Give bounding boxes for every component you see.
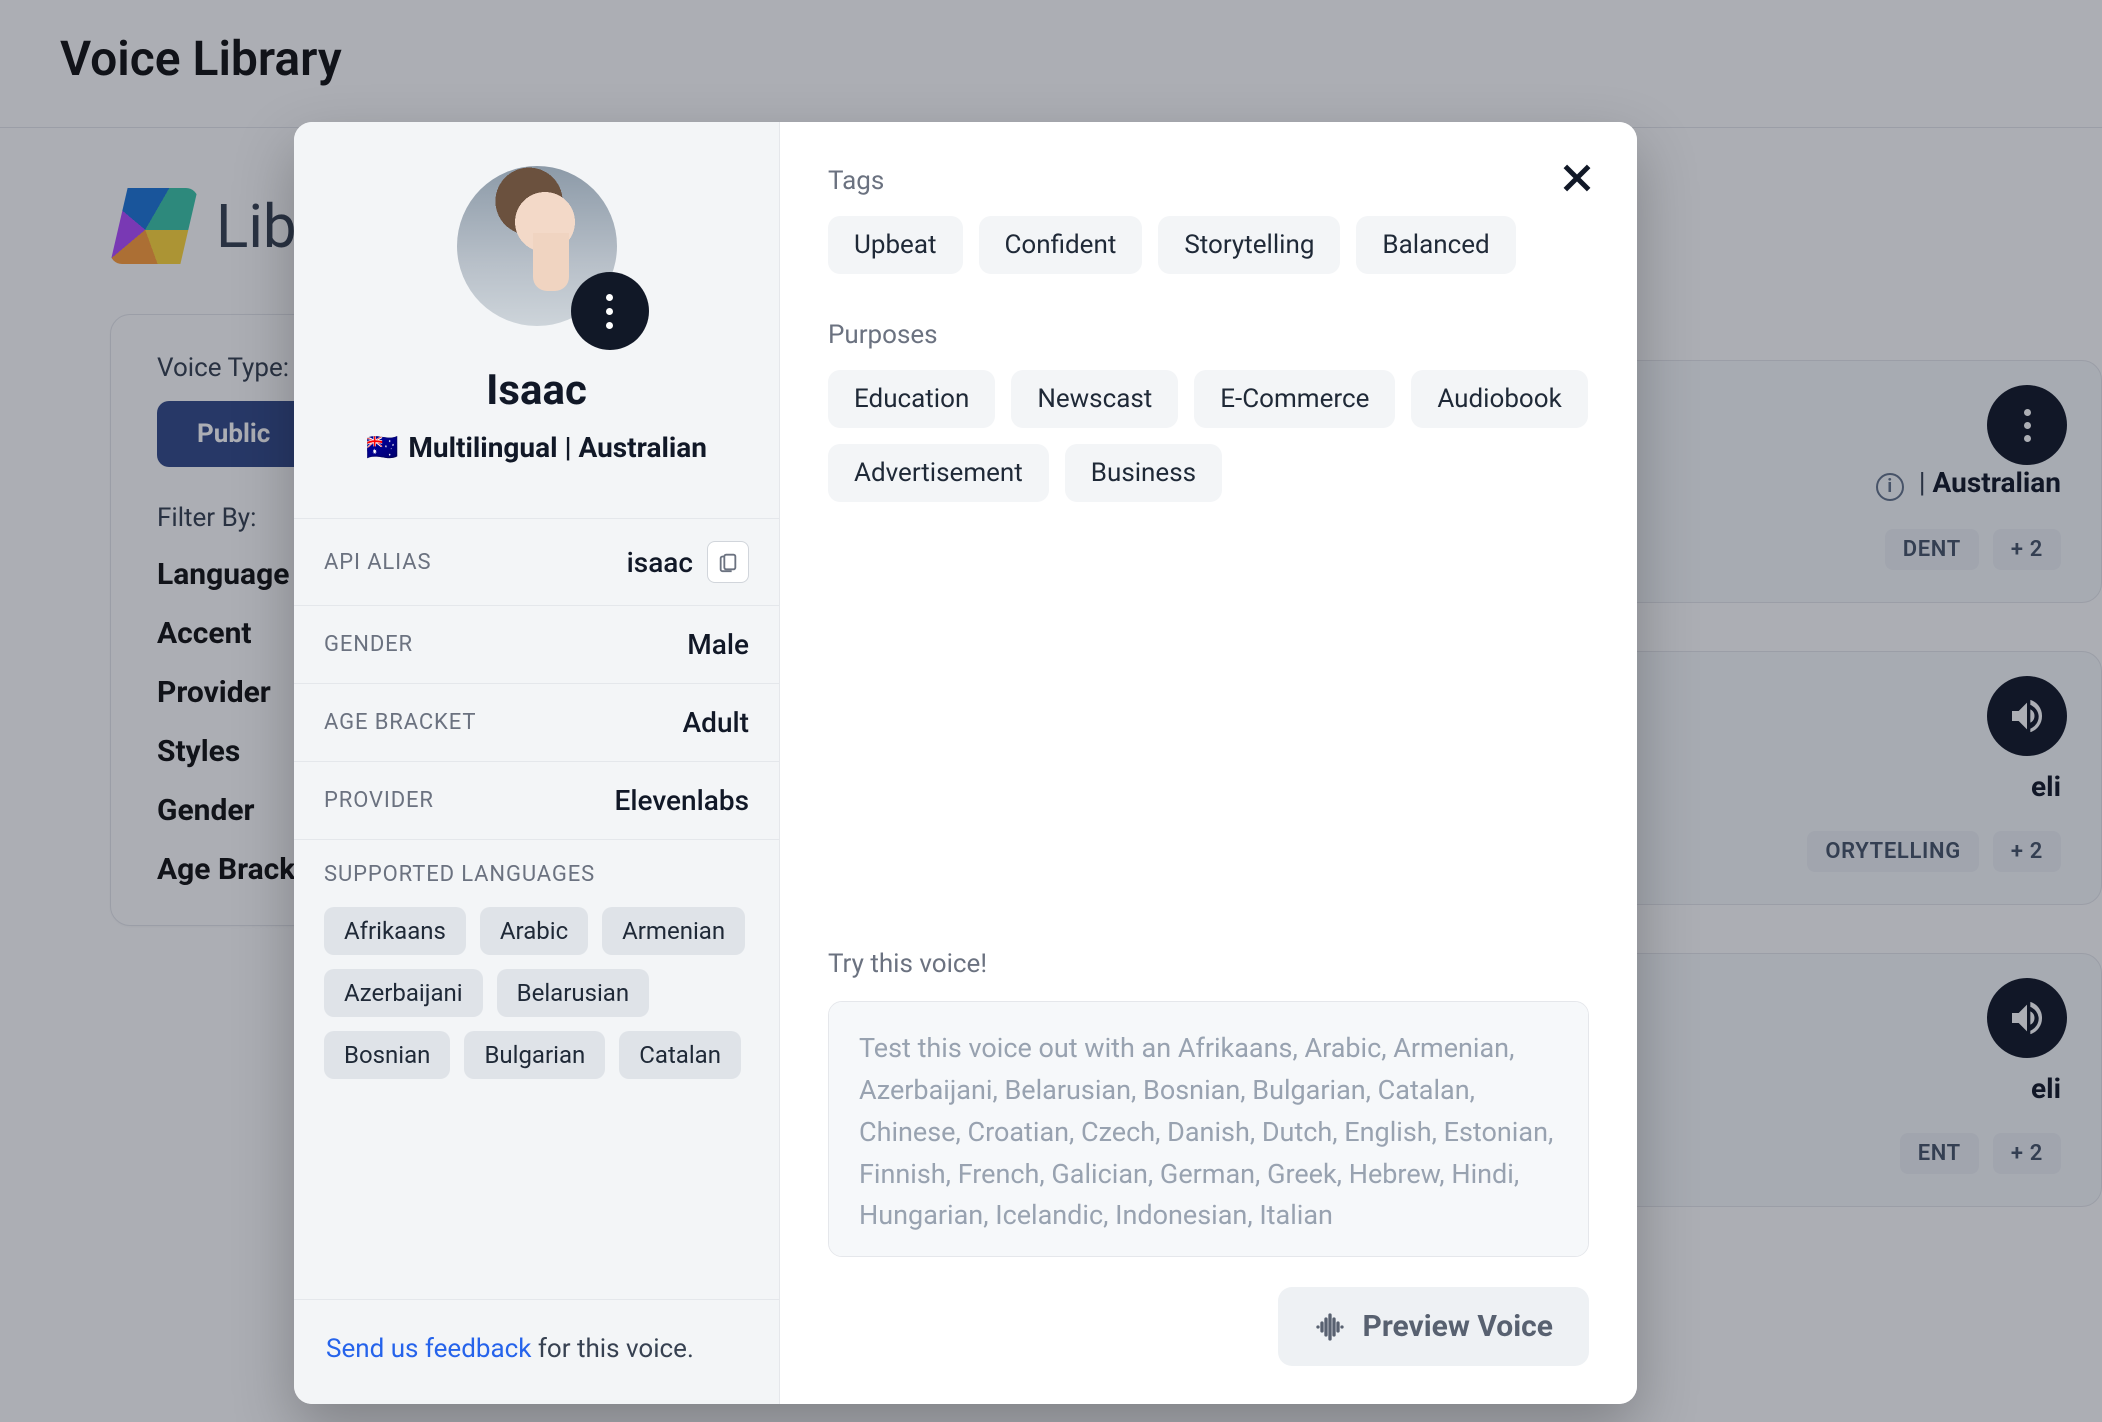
detail-row-provider: PROVIDER Elevenlabs <box>294 762 779 840</box>
lang-chip: Bulgarian <box>464 1031 605 1079</box>
voice-subtitle-text: Multilingual | Australian <box>408 431 707 464</box>
detail-row-api-alias: API ALIAS isaac <box>294 519 779 606</box>
purpose-chip: Education <box>828 370 995 428</box>
detail-key: AGE BRACKET <box>324 710 476 735</box>
voice-detail-modal: Isaac 🇦🇺 Multilingual | Australian API A… <box>294 122 1637 1404</box>
avatar-more-button[interactable] <box>571 272 649 350</box>
gender-value: Male <box>687 628 749 661</box>
flag-icon: 🇦🇺 <box>366 433 398 463</box>
detail-list: API ALIAS isaac GENDER Male AGE BRACKET … <box>294 518 779 840</box>
feedback-bar: Send us feedback for this voice. <box>294 1299 779 1404</box>
copy-button[interactable] <box>707 541 749 583</box>
purpose-chip: Business <box>1065 444 1222 502</box>
detail-key: PROVIDER <box>324 788 434 813</box>
lang-chip: Catalan <box>619 1031 741 1079</box>
lang-chip: Afrikaans <box>324 907 466 955</box>
voice-name: Isaac <box>486 366 587 415</box>
supported-title: SUPPORTED LANGUAGES <box>324 862 749 887</box>
tag-chip: Upbeat <box>828 216 963 274</box>
purposes-row: Education Newscast E-Commerce Audiobook … <box>828 370 1589 502</box>
close-icon <box>1557 158 1597 198</box>
provider-value: Elevenlabs <box>615 784 749 817</box>
try-voice-textarea[interactable] <box>828 1001 1589 1257</box>
lang-chip: Armenian <box>602 907 745 955</box>
detail-row-gender: GENDER Male <box>294 606 779 684</box>
purpose-chip: E-Commerce <box>1194 370 1395 428</box>
modal-right-panel: Tags Upbeat Confident Storytelling Balan… <box>780 122 1637 1404</box>
detail-key: API ALIAS <box>324 550 431 575</box>
tags-row: Upbeat Confident Storytelling Balanced <box>828 216 1589 274</box>
purpose-chip: Newscast <box>1011 370 1178 428</box>
detail-row-age: AGE BRACKET Adult <box>294 684 779 762</box>
lang-chip: Arabic <box>480 907 588 955</box>
try-voice-label: Try this voice! <box>828 949 1589 979</box>
tag-chip: Confident <box>979 216 1143 274</box>
more-vertical-icon <box>606 294 613 329</box>
voice-subtitle: 🇦🇺 Multilingual | Australian <box>366 431 707 464</box>
language-chips: Afrikaans Arabic Armenian Azerbaijani Be… <box>324 907 749 1079</box>
lang-chip: Belarusian <box>497 969 649 1017</box>
purpose-chip: Audiobook <box>1411 370 1587 428</box>
preview-voice-button[interactable]: Preview Voice <box>1278 1287 1589 1366</box>
purpose-chip: Advertisement <box>828 444 1049 502</box>
purposes-title: Purposes <box>828 320 1589 350</box>
preview-voice-label: Preview Voice <box>1362 1309 1553 1344</box>
feedback-link[interactable]: Send us feedback <box>326 1334 531 1364</box>
api-alias-value: isaac <box>627 546 693 579</box>
tag-chip: Storytelling <box>1158 216 1340 274</box>
age-value: Adult <box>683 706 749 739</box>
modal-left-panel: Isaac 🇦🇺 Multilingual | Australian API A… <box>294 122 780 1404</box>
close-button[interactable] <box>1549 150 1605 206</box>
supported-languages-section: SUPPORTED LANGUAGES Afrikaans Arabic Arm… <box>294 840 779 1101</box>
detail-key: GENDER <box>324 632 413 657</box>
lang-chip: Bosnian <box>324 1031 450 1079</box>
waveform-icon <box>1314 1311 1346 1343</box>
tag-chip: Balanced <box>1356 216 1515 274</box>
feedback-suffix: for this voice. <box>531 1334 693 1364</box>
tags-title: Tags <box>828 166 1589 196</box>
clipboard-icon <box>717 551 739 573</box>
lang-chip: Azerbaijani <box>324 969 483 1017</box>
